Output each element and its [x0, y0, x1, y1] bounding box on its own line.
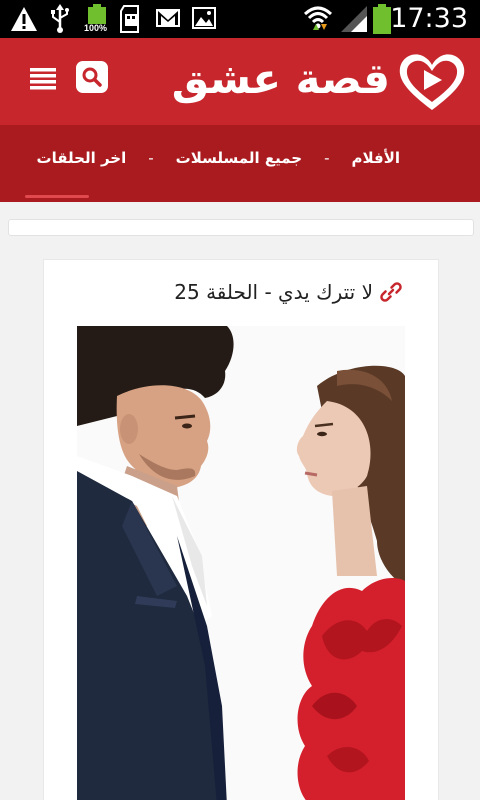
- post-thumbnail[interactable]: [77, 326, 405, 800]
- battery-icon: [373, 4, 391, 34]
- nav-item-latest-episodes[interactable]: اخر الحلقات: [37, 149, 127, 167]
- nav-separator: -: [324, 149, 330, 167]
- post-title: لا تترك يدي - الحلقة 25: [174, 280, 373, 304]
- search-strip[interactable]: [8, 219, 474, 236]
- nav-list: اخر الحلقات - جميع المسلسلات - الأفلام: [37, 149, 400, 167]
- status-bar: 100% 17:33: [0, 0, 480, 38]
- gmail-icon: [156, 9, 180, 27]
- logo-text: قصة عشق: [171, 54, 391, 103]
- signal-icon: [341, 6, 367, 32]
- warning-icon: [11, 7, 37, 31]
- post-card: لا تترك يدي - الحلقة 25: [43, 259, 439, 800]
- nav-item-movies[interactable]: الأفلام: [351, 149, 400, 167]
- battery-full-icon: [88, 4, 106, 24]
- heart-play-icon: [399, 54, 465, 110]
- nav-active-indicator: [25, 195, 89, 198]
- sd-card-icon: [120, 5, 139, 33]
- post-title-link[interactable]: لا تترك يدي - الحلقة 25: [174, 280, 403, 304]
- image-icon: [192, 7, 216, 29]
- link-icon: [380, 282, 402, 302]
- search-button[interactable]: [76, 61, 108, 93]
- nav-item-all-series[interactable]: جميع المسلسلات: [176, 149, 302, 167]
- search-icon: [82, 67, 102, 87]
- wifi-icon: [303, 6, 333, 30]
- usb-icon: [51, 4, 69, 33]
- site-header: قصة عشق: [0, 38, 480, 125]
- nav-separator: -: [148, 149, 154, 167]
- series-poster-image: [77, 326, 405, 800]
- clock: 17:33: [390, 3, 468, 34]
- battery-percent: 100%: [84, 23, 108, 33]
- menu-icon[interactable]: [30, 68, 56, 90]
- site-logo[interactable]: قصة عشق: [170, 48, 470, 116]
- main-nav: اخر الحلقات - جميع المسلسلات - الأفلام: [0, 125, 480, 202]
